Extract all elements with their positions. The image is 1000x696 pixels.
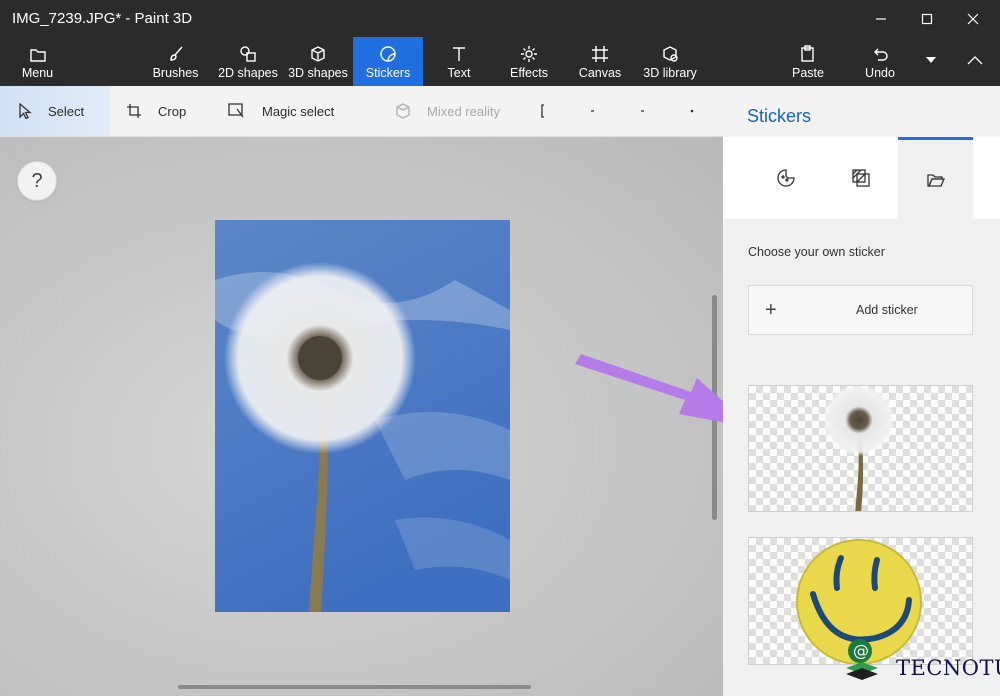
caret-down-icon <box>926 57 936 63</box>
close-icon <box>967 13 979 24</box>
canvas-photo[interactable] <box>215 220 510 612</box>
title-bar: IMG_7239.JPG* - Paint 3D <box>0 0 1000 37</box>
more-options-button[interactable] <box>690 86 710 136</box>
ribbon-text[interactable]: Text <box>425 37 493 86</box>
stickers-panel: Stickers Choose your own sticker + Add s… <box>723 86 1000 696</box>
tab-custom-stickers[interactable] <box>898 137 973 219</box>
maximize-icon <box>921 13 933 24</box>
tab-textures[interactable] <box>823 137 898 219</box>
magic-select-label: Magic select <box>262 103 335 119</box>
paste-icon <box>801 45 814 62</box>
mixed-reality-button[interactable]: Mixed reality <box>395 86 515 136</box>
sticker-dandelion[interactable] <box>748 385 973 512</box>
magic-select-icon <box>228 103 244 118</box>
text-icon <box>453 47 465 61</box>
undo-dropdown-button[interactable] <box>916 37 946 86</box>
brush-icon <box>169 46 183 61</box>
2d-shapes-icon <box>240 46 256 62</box>
ellipsis-icon <box>690 109 694 113</box>
ribbon-effects-label: Effects <box>510 66 548 80</box>
crop-icon <box>127 104 141 118</box>
view-3d-icon <box>541 104 544 118</box>
effects-icon <box>521 46 537 62</box>
sticker-tabs <box>723 137 1000 219</box>
add-sticker-button[interactable]: + Add sticker <box>748 285 973 335</box>
select-label: Select <box>48 103 85 119</box>
add-sticker-label: Add sticker <box>856 303 918 317</box>
undo-label: Undo <box>865 66 895 80</box>
ribbon-brushes[interactable]: Brushes <box>143 37 208 86</box>
3d-shapes-icon <box>311 46 325 62</box>
folder-open-icon <box>926 173 945 187</box>
help-label: ? <box>31 169 43 192</box>
maximize-button[interactable] <box>904 0 950 37</box>
ribbon: Menu Brushes 2D shapes 3D shapes Sticker… <box>0 37 1000 86</box>
ribbon-3d-library-label: 3D library <box>643 66 697 80</box>
watermark-at-symbol: @ <box>853 641 869 660</box>
ribbon-canvas-label: Canvas <box>578 66 622 80</box>
ribbon-canvas[interactable]: Canvas <box>566 37 634 86</box>
crop-label: Crop <box>158 103 187 119</box>
stickers-icon <box>380 46 396 62</box>
minus-icon <box>591 110 594 112</box>
minimize-button[interactable] <box>858 0 904 37</box>
horizontal-scrollbar[interactable] <box>178 685 531 689</box>
panel-title: Stickers <box>747 106 812 126</box>
panel-header: Stickers <box>723 86 1000 137</box>
select-button[interactable]: Select <box>0 86 110 136</box>
watermark: @ TECNOTUTO <box>838 632 1000 688</box>
paste-button[interactable]: Paste <box>774 37 842 86</box>
mixed-reality-label: Mixed reality <box>427 103 500 119</box>
collapse-ribbon-button[interactable] <box>952 37 998 86</box>
undo-icon <box>874 48 888 61</box>
ribbon-stickers-label: Stickers <box>365 66 411 80</box>
ribbon-2d-shapes-label: 2D shapes <box>218 66 278 80</box>
ribbon-3d-library[interactable]: 3D library <box>636 37 704 86</box>
ribbon-2d-shapes[interactable]: 2D shapes <box>213 37 283 86</box>
plus-icon <box>641 110 644 112</box>
zoom-in-button[interactable] <box>640 86 660 136</box>
add-icon: + <box>765 299 777 321</box>
view-button[interactable] <box>540 86 560 136</box>
ribbon-text-label: Text <box>447 66 471 80</box>
minimize-icon <box>876 17 886 20</box>
folder-icon <box>29 49 46 62</box>
dandelion-sticker-image <box>823 386 895 511</box>
chevron-up-icon <box>967 56 983 65</box>
cursor-icon <box>19 103 32 119</box>
canvas-icon <box>592 46 608 62</box>
help-button[interactable]: ? <box>17 161 57 201</box>
magic-select-button[interactable]: Magic select <box>228 86 358 136</box>
menu-button[interactable]: Menu <box>0 37 75 86</box>
tool-options-bar: Select Crop Magic select Mixed reality <box>0 86 723 137</box>
ribbon-stickers[interactable]: Stickers <box>353 37 423 86</box>
emoji-sticker-icon <box>776 169 795 187</box>
close-button[interactable] <box>950 0 996 37</box>
dandelion-image <box>215 220 510 612</box>
tab-stickers[interactable] <box>748 137 823 219</box>
choose-sticker-text: Choose your own sticker <box>748 245 885 259</box>
watermark-text: TECNOTUTO <box>896 656 1000 680</box>
ribbon-3d-shapes-label: 3D shapes <box>288 66 348 80</box>
ribbon-3d-shapes[interactable]: 3D shapes <box>283 37 353 86</box>
mixed-reality-icon <box>396 103 410 119</box>
paste-label: Paste <box>792 66 824 80</box>
ribbon-effects[interactable]: Effects <box>495 37 563 86</box>
texture-icon <box>851 169 870 187</box>
crop-button[interactable]: Crop <box>126 86 206 136</box>
window-title: IMG_7239.JPG* - Paint 3D <box>12 10 193 27</box>
zoom-out-button[interactable] <box>590 86 610 136</box>
menu-label: Menu <box>21 66 54 80</box>
ribbon-brushes-label: Brushes <box>152 66 199 80</box>
3d-library-icon <box>663 46 678 62</box>
undo-button[interactable]: Undo <box>846 37 914 86</box>
